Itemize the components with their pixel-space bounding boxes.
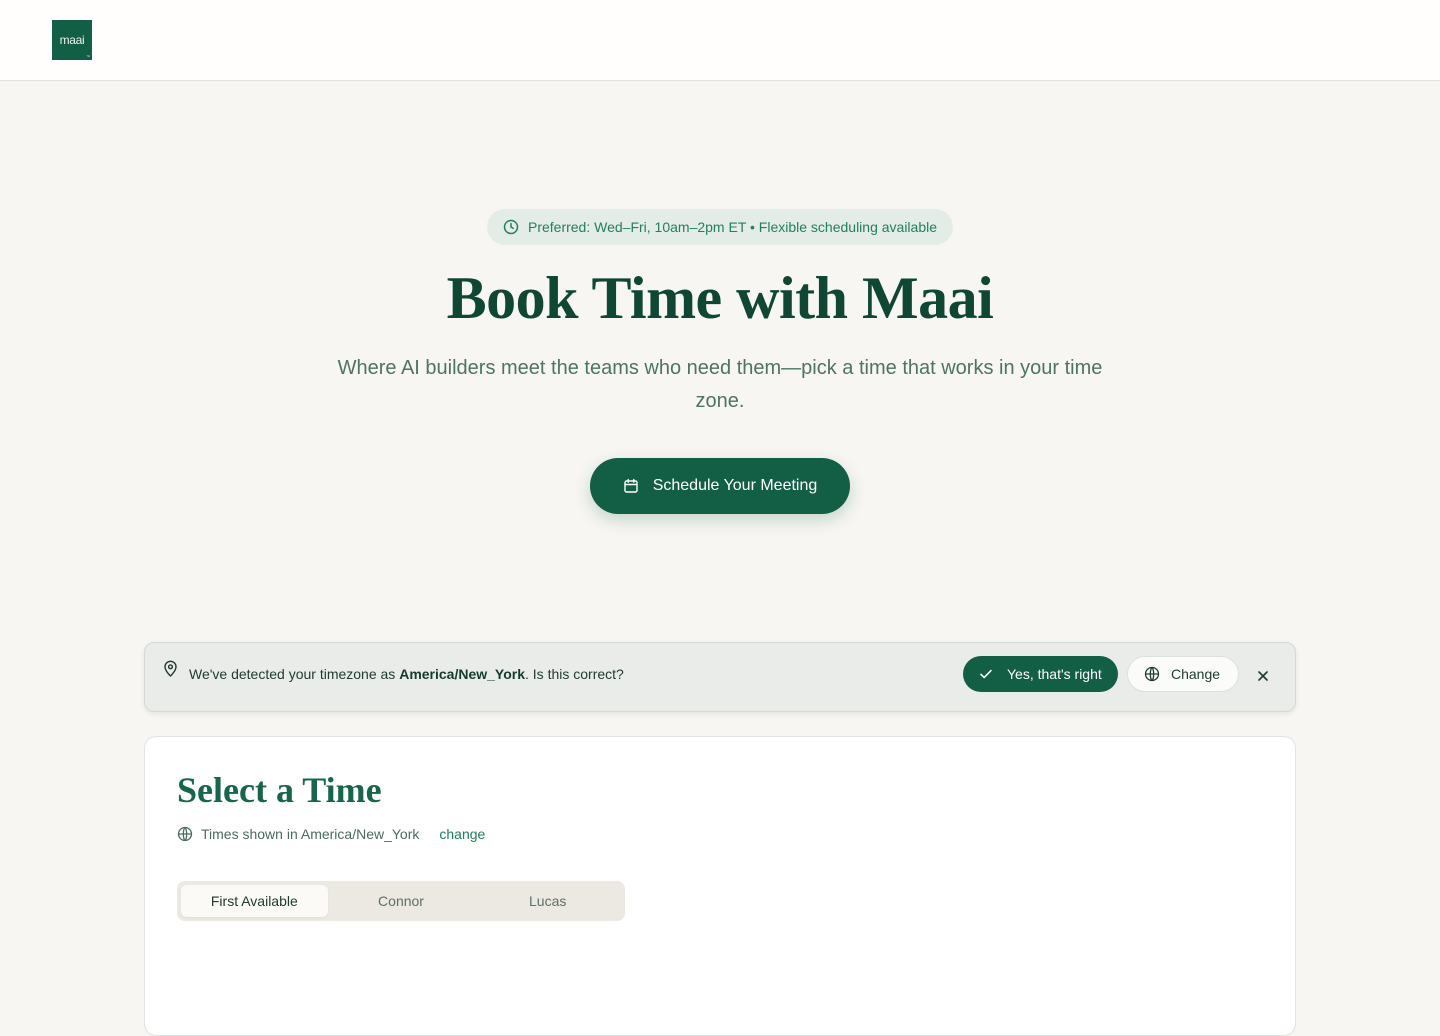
change-timezone-button[interactable]: Change bbox=[1127, 656, 1239, 692]
change-timezone-label: Change bbox=[1171, 666, 1221, 682]
availability-text: Preferred: Wed–Fri, 10am–2pm ET • Flexib… bbox=[527, 219, 938, 235]
availability-pill: Preferred: Wed–Fri, 10am–2pm ET • Flexib… bbox=[487, 209, 953, 245]
calendar-icon bbox=[624, 478, 638, 493]
times-shown-label: Times shown in America/New_York bbox=[201, 826, 420, 842]
timezone-message-suffix: . Is this correct? bbox=[525, 666, 624, 682]
logo-trademark: ™ bbox=[86, 54, 90, 59]
dismiss-banner-button[interactable] bbox=[1251, 664, 1275, 688]
tab-connor[interactable]: Connor bbox=[328, 885, 475, 917]
globe-icon bbox=[177, 826, 193, 842]
timezone-indicator: Times shown in America/New_York change bbox=[177, 826, 485, 842]
host-tabs: First Available Connor Lucas bbox=[177, 881, 625, 921]
top-bar: maai ™ bbox=[0, 0, 1440, 81]
globe-icon bbox=[1144, 666, 1160, 682]
schedule-meeting-label: Schedule Your Meeting bbox=[652, 477, 818, 494]
confirm-timezone-button[interactable]: Yes, that's right bbox=[963, 656, 1118, 692]
timezone-message-prefix: We've detected your timezone as bbox=[189, 666, 400, 682]
page-title: Book Time with Maai bbox=[446, 265, 994, 331]
maai-logo[interactable]: maai ™ bbox=[52, 20, 92, 60]
time-picker-card: Select a Time Times shown in America/New… bbox=[144, 736, 1296, 1036]
page-subtitle: Where AI builders meet the teams who nee… bbox=[337, 357, 1103, 412]
confirm-timezone-label: Yes, that's right bbox=[1007, 666, 1102, 682]
detected-timezone: America/New_York bbox=[399, 666, 526, 682]
tab-first-available[interactable]: First Available bbox=[181, 885, 328, 917]
timezone-detection-message: We've detected your timezone as America/… bbox=[189, 666, 624, 682]
map-pin-icon bbox=[164, 660, 177, 677]
schedule-meeting-button[interactable]: Schedule Your Meeting bbox=[590, 458, 850, 514]
select-time-heading: Select a Time bbox=[177, 770, 382, 810]
clock-icon bbox=[503, 219, 519, 235]
timezone-detection-banner: We've detected your timezone as America/… bbox=[144, 642, 1296, 712]
check-icon bbox=[980, 669, 992, 679]
close-icon bbox=[1258, 671, 1268, 681]
logo-text: maai bbox=[59, 33, 85, 47]
tab-lucas[interactable]: Lucas bbox=[474, 885, 621, 917]
change-timezone-link[interactable]: change bbox=[439, 826, 485, 842]
